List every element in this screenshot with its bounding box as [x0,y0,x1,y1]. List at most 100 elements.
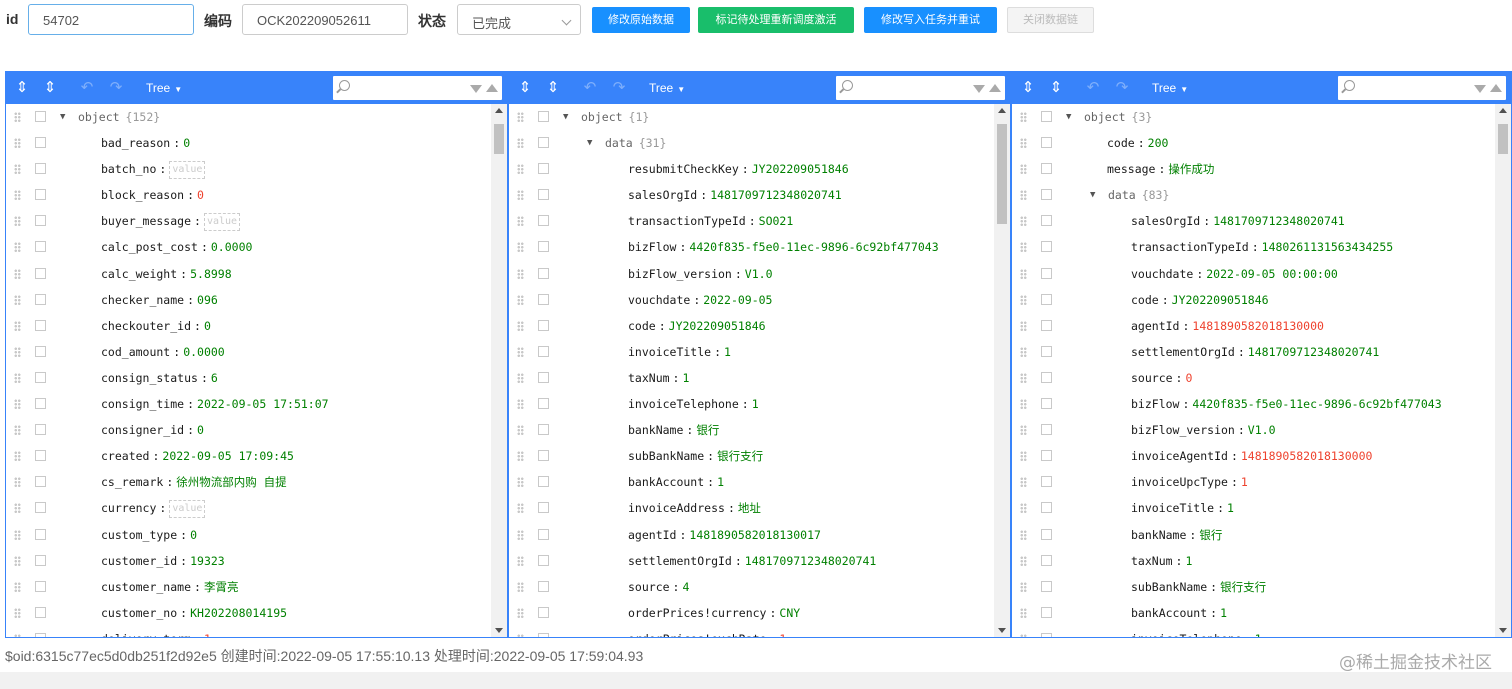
collapse-all-icon[interactable]: ⇕ [544,79,562,97]
drag-handle-icon[interactable] [1020,399,1027,410]
drag-handle-icon[interactable] [517,633,524,637]
drag-handle-icon[interactable] [14,320,21,331]
field-value[interactable]: 2022-09-05 [703,293,772,307]
tree-node-field[interactable]: vouchdate:2022-09-05 00:00:00 [1012,261,1495,287]
field-value[interactable]: 4 [682,580,689,594]
row-checkbox[interactable] [538,319,549,331]
drag-handle-icon[interactable] [14,399,21,410]
search-input[interactable] [333,76,502,100]
drag-handle-icon[interactable] [1020,425,1027,436]
drag-handle-icon[interactable] [517,216,524,227]
close-link-button[interactable]: 关闭数据链 [1007,7,1094,33]
row-checkbox[interactable] [1041,580,1052,592]
scroll-up-icon[interactable] [495,108,503,113]
page-horizontal-scrollbar[interactable] [0,672,1512,689]
field-value[interactable]: CNY [779,606,800,620]
tree-node-field[interactable]: customer_id:19323 [6,548,491,574]
tree-node-field[interactable]: batch_no: value [6,156,491,182]
field-value[interactable]: 0 [197,188,204,202]
row-checkbox[interactable] [538,450,549,462]
tree-node-field[interactable]: transactionTypeId: SO021 [509,208,994,234]
drag-handle-icon[interactable] [14,216,21,227]
drag-handle-icon[interactable] [517,451,524,462]
drag-handle-icon[interactable] [1020,607,1027,618]
redo-icon[interactable]: ↷ [610,79,628,97]
row-checkbox[interactable] [1041,528,1052,540]
field-value[interactable]: 1 [752,397,759,411]
row-checkbox[interactable] [35,424,46,436]
tree-node-field[interactable]: settlementOrgId:1481709712348020741 [509,548,994,574]
tree-node-object[interactable]: ▼ data {31} [509,130,994,156]
collapse-all-icon[interactable]: ⇕ [41,79,59,97]
tree-node-object[interactable]: ▼ data {83} [1012,182,1495,208]
redo-icon[interactable]: ↷ [107,79,125,97]
field-value[interactable]: 银行支行 [717,449,763,463]
field-value[interactable]: 2022-09-05 17:51:07 [197,397,329,411]
tree-node-field[interactable]: code: JY202209051846 [509,313,994,339]
field-value[interactable]: 1 [1220,606,1227,620]
drag-handle-icon[interactable] [14,529,21,540]
row-checkbox[interactable] [1041,606,1052,618]
drag-handle-icon[interactable] [1020,320,1027,331]
drag-handle-icon[interactable] [517,477,524,488]
drag-handle-icon[interactable] [517,581,524,592]
tree-node-field[interactable]: calc_post_cost:0.0000 [6,234,491,260]
row-checkbox[interactable] [1041,398,1052,410]
row-checkbox[interactable] [35,554,46,566]
row-checkbox[interactable] [35,111,46,122]
tree-node-field[interactable]: invoiceTitle:1 [509,339,994,365]
row-checkbox[interactable] [538,398,549,410]
tree-node-field[interactable]: invoiceTelephone:1 [1012,626,1495,637]
row-checkbox[interactable] [1041,371,1052,383]
field-value[interactable]: 1481709712348020741 [710,188,842,202]
tree-node-object[interactable]: ▼ object {152} [6,104,491,130]
row-checkbox[interactable] [1041,189,1052,201]
row-checkbox[interactable] [1041,111,1052,122]
row-checkbox[interactable] [1041,137,1052,149]
vertical-scrollbar[interactable] [994,104,1010,637]
field-value[interactable]: JY202209051846 [669,319,766,333]
drag-handle-icon[interactable] [14,477,21,488]
scroll-up-icon[interactable] [998,108,1006,113]
search-input[interactable] [836,76,1005,100]
id-input[interactable]: 54702 [28,4,194,35]
drag-handle-icon[interactable] [517,346,524,357]
field-value[interactable]: JY202209051846 [1172,293,1269,307]
row-checkbox[interactable] [35,632,46,637]
row-checkbox[interactable] [1041,554,1052,566]
tree-node-field[interactable]: bizFlow:4420f835-f5e0-11ec-9896-6c92bf47… [1012,391,1495,417]
row-checkbox[interactable] [538,111,549,122]
field-value[interactable]: 徐州物流部内购 自提 [176,475,286,489]
tree-node-field[interactable]: orderPrices!currency: CNY [509,600,994,626]
drag-handle-icon[interactable] [14,607,21,618]
drag-handle-icon[interactable] [14,242,21,253]
drag-handle-icon[interactable] [1020,503,1027,514]
drag-handle-icon[interactable] [14,633,21,637]
drag-handle-icon[interactable] [14,294,21,305]
row-checkbox[interactable] [35,371,46,383]
drag-handle-icon[interactable] [517,242,524,253]
field-value[interactable]: 1 [204,632,211,637]
row-checkbox[interactable] [538,371,549,383]
drag-handle-icon[interactable] [517,425,524,436]
row-checkbox[interactable] [1041,450,1052,462]
field-value[interactable]: 0 [183,136,190,150]
drag-handle-icon[interactable] [1020,242,1027,253]
tree-node-field[interactable]: invoiceTelephone:1 [509,391,994,417]
row-checkbox[interactable] [1041,215,1052,227]
drag-handle-icon[interactable] [14,138,21,149]
drag-handle-icon[interactable] [517,372,524,383]
tree-node-field[interactable]: bizFlow_version: V1.0 [509,261,994,287]
row-checkbox[interactable] [1041,502,1052,514]
row-checkbox[interactable] [538,606,549,618]
drag-handle-icon[interactable] [1020,294,1027,305]
undo-icon[interactable]: ↶ [581,79,599,97]
row-checkbox[interactable] [35,189,46,201]
drag-handle-icon[interactable] [14,112,21,122]
drag-handle-icon[interactable] [14,581,21,592]
vertical-scrollbar[interactable] [491,104,507,637]
field-value[interactable]: 0.0000 [183,345,225,359]
expand-toggle-icon[interactable]: ▼ [1066,104,1071,130]
tree-node-field[interactable]: calc_weight:5.8998 [6,261,491,287]
drag-handle-icon[interactable] [1020,451,1027,462]
